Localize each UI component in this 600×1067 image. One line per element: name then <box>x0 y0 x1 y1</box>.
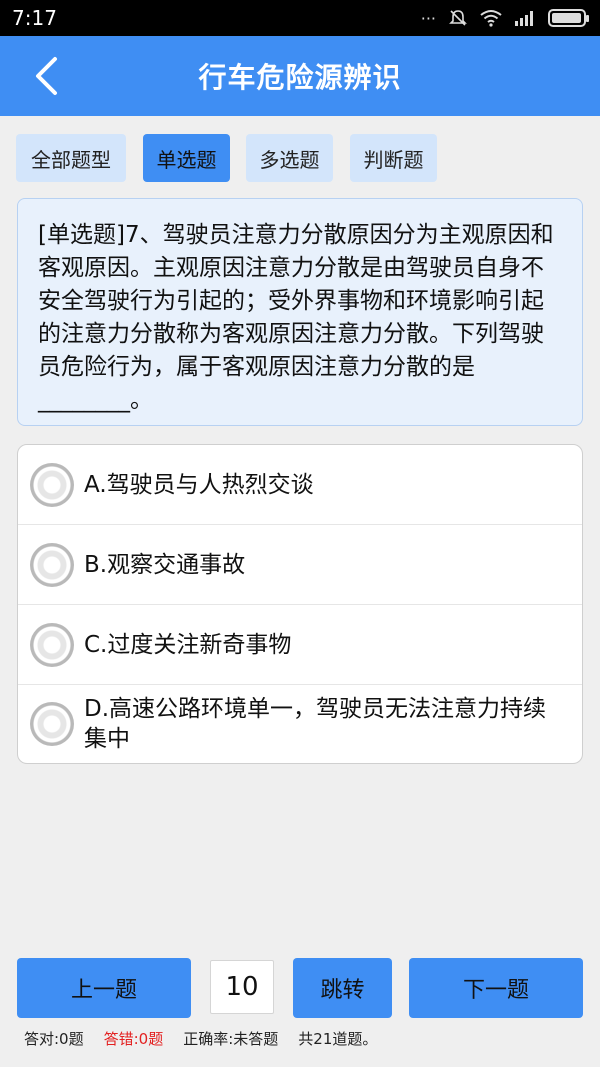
option-d[interactable]: D.高速公路环境单一，驾驶员无法注意力持续集中 <box>18 685 582 763</box>
option-label: C.过度关注新奇事物 <box>84 632 292 658</box>
wifi-icon <box>480 10 502 27</box>
radio-button[interactable] <box>30 543 74 587</box>
chevron-left-icon <box>36 57 57 95</box>
radio-button[interactable] <box>30 623 74 667</box>
accuracy-rate: 正确率:未答题 <box>183 1030 279 1048</box>
next-question-button[interactable]: 下一题 <box>409 958 583 1018</box>
radio-button[interactable] <box>30 463 74 507</box>
option-label: D.高速公路环境单一，驾驶员无法注意力持续集中 <box>84 696 547 752</box>
option-label: B.观察交通事故 <box>84 552 246 578</box>
radio-button[interactable] <box>30 702 74 746</box>
tab-single-choice[interactable]: 单选题 <box>143 134 230 182</box>
stats-bar: 答对:0题 答错:0题 正确率:未答题 共21道题。 <box>24 1028 397 1049</box>
option-c[interactable]: C.过度关注新奇事物 <box>18 605 582 685</box>
jump-button[interactable]: 跳转 <box>293 958 392 1018</box>
option-b[interactable]: B.观察交通事故 <box>18 525 582 605</box>
mute-icon <box>449 10 467 26</box>
correct-count: 答对:0题 <box>24 1030 84 1048</box>
prev-question-button[interactable]: 上一题 <box>17 958 191 1018</box>
page-title: 行车危险源辨识 <box>198 61 402 94</box>
question-text: [单选题]7、驾驶员注意力分散原因分为主观原因和客观原因。主观原因注意力分散是由… <box>38 222 554 413</box>
question-box: [单选题]7、驾驶员注意力分散原因分为主观原因和客观原因。主观原因注意力分散是由… <box>17 198 583 426</box>
total-count: 共21道题。 <box>298 1030 378 1048</box>
options-list: A.驾驶员与人热烈交谈 B.观察交通事故 C.过度关注新奇事物 D.高速公路环境… <box>17 444 583 764</box>
status-bar: 7:17 ··· <box>0 0 600 36</box>
tab-multiple-choice[interactable]: 多选题 <box>246 134 333 182</box>
wrong-count: 答错:0题 <box>103 1030 164 1048</box>
signal-icon <box>515 11 533 26</box>
dots-icon: ··· <box>420 8 436 28</box>
status-icons: ··· <box>420 8 589 28</box>
option-a[interactable]: A.驾驶员与人热烈交谈 <box>18 445 582 525</box>
app-bar: 行车危险源辨识 <box>0 36 600 116</box>
option-label: A.驾驶员与人热烈交谈 <box>84 472 314 498</box>
page-number-input[interactable]: 10 <box>210 960 274 1014</box>
bottom-navigation: 上一题 10 跳转 下一题 <box>0 958 600 1020</box>
back-button[interactable] <box>20 50 72 102</box>
status-time: 7:17 <box>12 6 57 30</box>
battery-icon <box>548 9 589 27</box>
tab-all-types[interactable]: 全部题型 <box>16 134 126 182</box>
tab-true-false[interactable]: 判断题 <box>350 134 437 182</box>
